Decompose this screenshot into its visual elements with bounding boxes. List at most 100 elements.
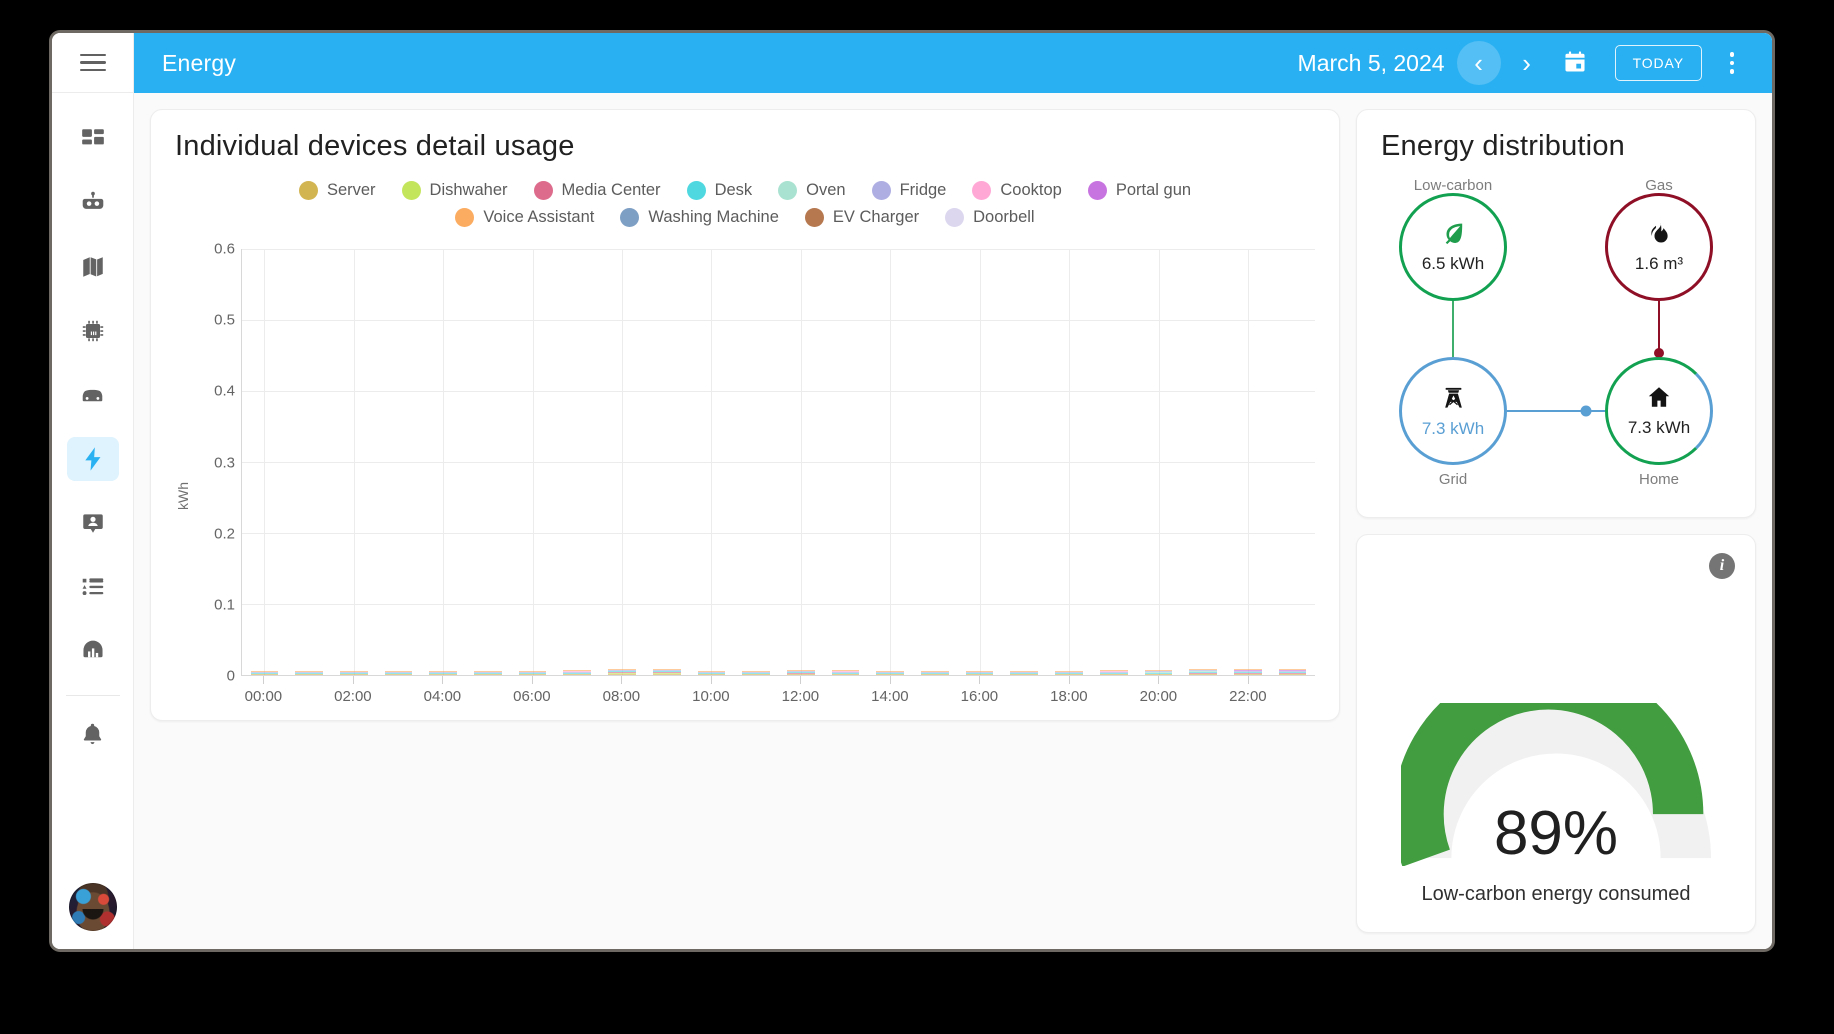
legend-item[interactable]: Portal gun bbox=[1088, 181, 1191, 200]
bar-slot bbox=[689, 249, 734, 675]
bar-segment bbox=[563, 670, 591, 671]
stacked-bar[interactable] bbox=[966, 671, 994, 675]
bar-segment bbox=[474, 674, 502, 675]
x-axis-tick-mark bbox=[353, 676, 354, 684]
sidebar-item-automations[interactable] bbox=[67, 181, 119, 225]
bar-slot bbox=[287, 249, 332, 675]
sidebar-item-presence[interactable] bbox=[67, 501, 119, 545]
legend-color-swatch bbox=[972, 181, 991, 200]
bar-segment bbox=[1279, 669, 1307, 670]
previous-day-button[interactable]: ‹ bbox=[1457, 41, 1501, 85]
stacked-bar[interactable] bbox=[1100, 670, 1128, 675]
bar-segment bbox=[385, 671, 413, 672]
bar-slot bbox=[555, 249, 600, 675]
legend-item[interactable]: Media Center bbox=[534, 181, 661, 200]
sidebar-item-energy[interactable] bbox=[67, 437, 119, 481]
stacked-bar[interactable] bbox=[563, 670, 591, 675]
x-axis-tick-label: 22:00 bbox=[1229, 688, 1267, 705]
bar-slot bbox=[913, 249, 958, 675]
bar-segment bbox=[1145, 674, 1173, 675]
page-title: Energy bbox=[162, 50, 236, 77]
stacked-bar[interactable] bbox=[787, 670, 815, 675]
sidebar-item-history[interactable] bbox=[67, 629, 119, 673]
node-low-carbon[interactable]: 6.5 kWh bbox=[1399, 193, 1507, 301]
bar-segment bbox=[251, 672, 279, 673]
stacked-bar[interactable] bbox=[1279, 669, 1307, 675]
legend-item[interactable]: Voice Assistant bbox=[455, 208, 594, 227]
stacked-bar[interactable] bbox=[1055, 671, 1083, 675]
stacked-bar[interactable] bbox=[608, 669, 636, 675]
today-button[interactable]: TODAY bbox=[1615, 45, 1702, 81]
legend-item[interactable]: Oven bbox=[778, 181, 845, 200]
legend-item[interactable]: Cooktop bbox=[972, 181, 1061, 200]
legend-item[interactable]: Washing Machine bbox=[620, 208, 779, 227]
legend-row-primary: Server Dishwaher Media Center Desk Oven Fridg… bbox=[205, 181, 1285, 208]
info-icon[interactable]: i bbox=[1709, 553, 1735, 579]
bar-segment bbox=[1145, 671, 1173, 672]
sidebar-item-vehicle[interactable] bbox=[67, 373, 119, 417]
stacked-bar[interactable] bbox=[921, 671, 949, 675]
stacked-bar[interactable] bbox=[385, 671, 413, 675]
stacked-bar[interactable] bbox=[340, 671, 368, 675]
next-day-button[interactable]: › bbox=[1505, 41, 1549, 85]
legend-color-swatch bbox=[805, 208, 824, 227]
overflow-menu-button[interactable] bbox=[1710, 41, 1754, 85]
plot-area bbox=[241, 249, 1315, 676]
bar-segment bbox=[1279, 670, 1307, 671]
bar-slot bbox=[1225, 249, 1270, 675]
bar-segment bbox=[966, 671, 994, 672]
stacked-bar[interactable] bbox=[295, 671, 323, 675]
x-axis-tick-mark bbox=[1248, 676, 1249, 684]
avatar[interactable] bbox=[69, 883, 117, 931]
stacked-bar[interactable] bbox=[876, 671, 904, 675]
main-area: Energy March 5, 2024 ‹ › bbox=[134, 33, 1772, 949]
stacked-bar[interactable] bbox=[1145, 670, 1173, 675]
stacked-bar[interactable] bbox=[251, 671, 279, 675]
bar-segment bbox=[1100, 674, 1128, 675]
stacked-bar[interactable] bbox=[519, 671, 547, 675]
x-axis-tick-label: 02:00 bbox=[334, 688, 372, 705]
bar-segment bbox=[295, 672, 323, 673]
stacked-bar[interactable] bbox=[1010, 671, 1038, 675]
sidebar-item-overview[interactable] bbox=[67, 117, 119, 161]
sidebar-item-map[interactable] bbox=[67, 245, 119, 289]
bar-segment bbox=[1100, 670, 1128, 671]
legend-label: Desk bbox=[715, 181, 753, 200]
calendar-picker-button[interactable] bbox=[1553, 41, 1597, 85]
lightning-bolt-icon bbox=[79, 445, 107, 473]
legend-item[interactable]: Fridge bbox=[872, 181, 947, 200]
node-gas[interactable]: 1.6 m³ bbox=[1605, 193, 1713, 301]
x-axis-tick-label: 14:00 bbox=[871, 688, 909, 705]
left-column: Individual devices detail usage ServerDi… bbox=[150, 109, 1340, 933]
sidebar-item-notifications[interactable] bbox=[67, 712, 119, 756]
bar-segment bbox=[1010, 672, 1038, 673]
bar-segment bbox=[608, 671, 636, 672]
bar-segment bbox=[1145, 670, 1173, 671]
stacked-bar[interactable] bbox=[832, 670, 860, 675]
bar-slot bbox=[734, 249, 779, 675]
stacked-bar[interactable] bbox=[1189, 669, 1217, 675]
node-grid[interactable]: 7.3 kWh bbox=[1399, 357, 1507, 465]
stacked-bar[interactable] bbox=[653, 669, 681, 675]
stacked-bar[interactable] bbox=[698, 671, 726, 675]
sidebar-item-devices[interactable] bbox=[67, 309, 119, 353]
bar-segment bbox=[1189, 671, 1217, 672]
legend-item[interactable]: Doorbell bbox=[945, 208, 1034, 227]
node-home[interactable]: 7.3 kWh bbox=[1605, 357, 1713, 465]
stacked-bar[interactable] bbox=[742, 671, 770, 675]
bar-segment bbox=[1145, 672, 1173, 673]
bar-segment bbox=[474, 672, 502, 673]
legend-item[interactable]: EV Charger bbox=[805, 208, 919, 227]
legend-color-swatch bbox=[945, 208, 964, 227]
bar-segment bbox=[295, 674, 323, 675]
legend-item[interactable]: Dishwaher bbox=[402, 181, 508, 200]
sidebar-item-todo[interactable] bbox=[67, 565, 119, 609]
sidebar-menu-button[interactable] bbox=[52, 33, 133, 93]
legend-item[interactable]: Server bbox=[299, 181, 376, 200]
stacked-bar[interactable] bbox=[429, 671, 457, 675]
kebab-menu-icon bbox=[1730, 52, 1735, 74]
stacked-bar[interactable] bbox=[474, 671, 502, 675]
bar-segment bbox=[563, 672, 591, 673]
legend-item[interactable]: Desk bbox=[687, 181, 753, 200]
stacked-bar[interactable] bbox=[1234, 669, 1262, 675]
